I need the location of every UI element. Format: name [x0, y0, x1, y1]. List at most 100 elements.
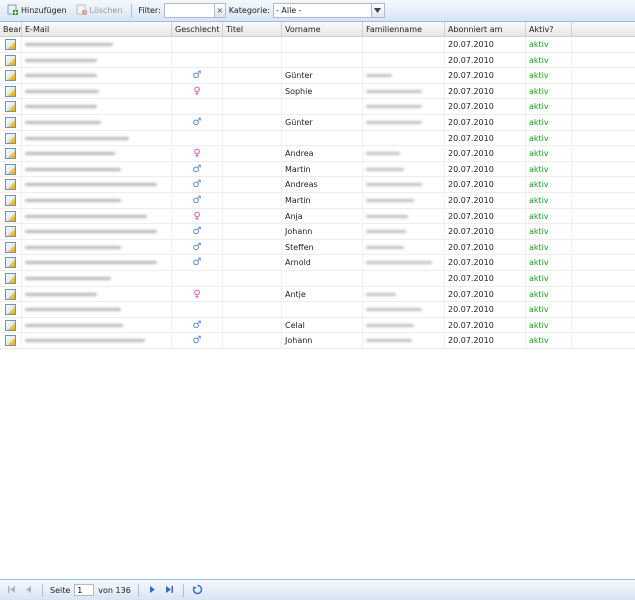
column-header-email[interactable]: E-Mail	[22, 22, 172, 37]
edit-icon[interactable]	[5, 116, 16, 128]
column-header-active[interactable]: Aktiv?	[526, 22, 572, 37]
column-header-subscribed[interactable]: Abonniert am	[445, 22, 526, 37]
add-button-label: Hinzufügen	[21, 6, 67, 15]
table-row[interactable]: ♂ Arnold 20.07.2010 aktiv	[0, 255, 635, 271]
redacted-email	[25, 198, 121, 202]
subscribed-date-cell: 20.07.2010	[445, 302, 526, 318]
table-row[interactable]: ♀ Sophie 20.07.2010 aktiv	[0, 83, 635, 100]
edit-icon[interactable]	[5, 179, 16, 191]
table-row[interactable]: ♂ Steffen 20.07.2010 aktiv	[0, 239, 635, 256]
title-cell	[223, 208, 282, 224]
first-name-cell: Martin	[282, 192, 363, 208]
gender-cell	[172, 302, 223, 318]
table-row[interactable]: 20.07.2010 aktiv	[0, 130, 635, 147]
add-button[interactable]: Hinzufügen	[4, 2, 70, 20]
redacted-email	[25, 152, 115, 156]
table-row[interactable]: ♂ Andreas 20.07.2010 aktiv	[0, 177, 635, 193]
filter-label: Filter:	[138, 6, 161, 15]
title-cell	[223, 177, 282, 193]
active-status-cell: aktiv	[526, 37, 572, 52]
edit-icon[interactable]	[5, 148, 16, 160]
email-cell	[22, 317, 172, 333]
title-cell	[223, 114, 282, 130]
edit-icon[interactable]	[5, 226, 16, 238]
title-cell	[223, 52, 282, 68]
column-header-title[interactable]: Titel	[223, 22, 282, 37]
redacted-email	[25, 183, 157, 187]
table-row[interactable]: ♂ Günter 20.07.2010 aktiv	[0, 114, 635, 131]
table-row[interactable]: ♂ Johann 20.07.2010 aktiv	[0, 333, 635, 349]
refresh-button[interactable]	[191, 584, 204, 597]
chevron-down-icon[interactable]	[370, 4, 384, 17]
edit-icon[interactable]	[5, 163, 16, 175]
first-name-cell: Steffen	[282, 239, 363, 255]
grid-body: 20.07.2010 aktiv 20.07.2010 aktiv ♂ Günter 20.…	[0, 37, 635, 349]
last-page-button[interactable]	[163, 584, 176, 597]
clear-filter-button[interactable]: ×	[213, 4, 225, 17]
active-status-cell: aktiv	[526, 270, 572, 286]
redacted-email	[25, 89, 99, 93]
edit-icon[interactable]	[5, 132, 16, 144]
email-cell	[22, 130, 172, 146]
edit-icon[interactable]	[5, 319, 16, 331]
edit-icon[interactable]	[5, 272, 16, 284]
gender-cell: ♂	[172, 161, 223, 177]
gender-cell: ♂	[172, 333, 223, 349]
refresh-icon	[192, 584, 203, 597]
male-icon: ♂	[192, 194, 202, 206]
table-row[interactable]: 20.07.2010 aktiv	[0, 270, 635, 287]
last-name-cell	[363, 68, 445, 84]
table-row[interactable]: 20.07.2010 aktiv	[0, 37, 635, 53]
column-header-gender[interactable]: Geschlecht	[172, 22, 223, 37]
title-cell	[223, 333, 282, 349]
edit-icon[interactable]	[5, 70, 16, 82]
redacted-email	[25, 105, 97, 109]
table-row[interactable]: 20.07.2010 aktiv	[0, 99, 635, 115]
column-header-first-name[interactable]: Vorname	[282, 22, 363, 37]
edit-cell	[0, 270, 22, 286]
table-row[interactable]: ♂ Celal 20.07.2010 aktiv	[0, 317, 635, 334]
redacted-email	[25, 167, 121, 171]
edit-icon[interactable]	[5, 85, 16, 97]
redacted-last-name	[366, 323, 414, 327]
edit-icon[interactable]	[5, 304, 16, 316]
table-row[interactable]: ♂ Johann 20.07.2010 aktiv	[0, 224, 635, 240]
table-row[interactable]: ♂ Martin 20.07.2010 aktiv	[0, 192, 635, 209]
edit-icon[interactable]	[5, 101, 16, 113]
next-page-icon	[148, 585, 157, 596]
column-header-edit[interactable]: Bear	[0, 22, 22, 37]
edit-icon[interactable]	[5, 194, 16, 206]
table-row[interactable]: 20.07.2010 aktiv	[0, 302, 635, 318]
edit-icon[interactable]	[5, 210, 16, 222]
page-number-input[interactable]	[74, 584, 95, 596]
toolbar-separator	[131, 3, 133, 18]
edit-icon[interactable]	[5, 39, 16, 50]
edit-icon[interactable]	[5, 241, 16, 253]
edit-icon[interactable]	[5, 288, 16, 300]
table-row[interactable]: ♀ Anja 20.07.2010 aktiv	[0, 208, 635, 225]
column-header-last-name[interactable]: Familienname	[363, 22, 445, 37]
next-page-button[interactable]	[146, 584, 159, 597]
edit-icon[interactable]	[5, 335, 16, 347]
previous-page-button[interactable]	[22, 584, 35, 597]
subscribed-date-cell: 20.07.2010	[445, 317, 526, 333]
category-select[interactable]: - Alle -	[272, 3, 385, 18]
redacted-last-name	[366, 339, 412, 343]
delete-button[interactable]: Löschen	[73, 2, 126, 20]
edit-cell	[0, 255, 22, 271]
table-row[interactable]: 20.07.2010 aktiv	[0, 52, 635, 69]
gender-cell: ♀	[172, 146, 223, 162]
first-name-cell: Sophie	[282, 83, 363, 99]
table-row[interactable]: ♀ Andrea 20.07.2010 aktiv	[0, 146, 635, 162]
table-row[interactable]: ♂ Günter 20.07.2010 aktiv	[0, 68, 635, 84]
redacted-email	[25, 276, 111, 280]
table-row[interactable]: ♂ Martin 20.07.2010 aktiv	[0, 161, 635, 178]
active-status-cell: aktiv	[526, 52, 572, 68]
first-name-cell: Anja	[282, 208, 363, 224]
filter-input[interactable]	[164, 4, 215, 17]
edit-icon[interactable]	[5, 54, 16, 66]
redacted-email	[25, 136, 129, 140]
first-page-button[interactable]	[5, 584, 18, 597]
edit-icon[interactable]	[5, 257, 16, 269]
table-row[interactable]: ♀ Antje 20.07.2010 aktiv	[0, 286, 635, 303]
